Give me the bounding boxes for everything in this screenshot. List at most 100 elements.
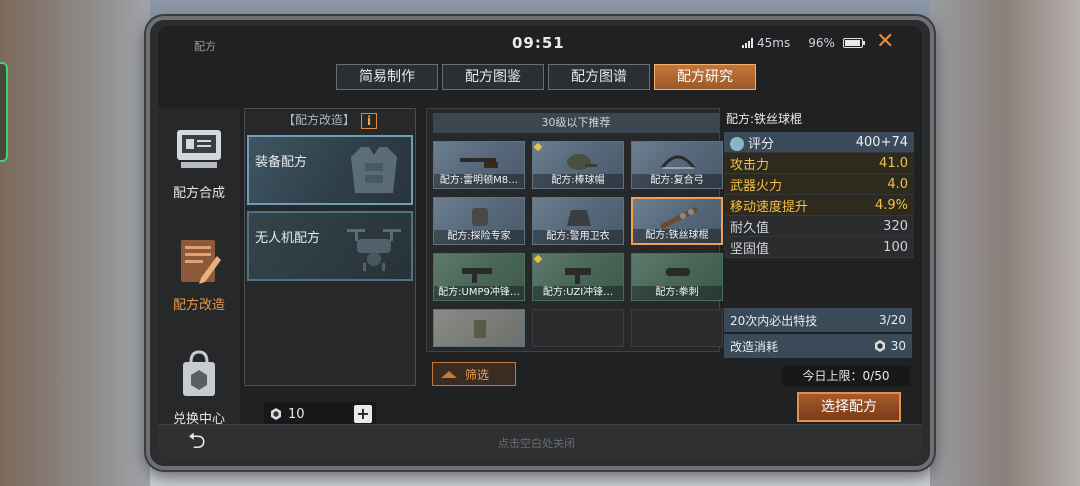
hoodie-icon — [567, 210, 591, 226]
recipe-detail-panel: 配方:铁丝球棍 评分 400+74 攻击力 41.0 武器火力 4.0 移动速度… — [724, 108, 914, 368]
shotgun-icon — [460, 158, 498, 168]
recipe-cell-label: 配方:铁丝球棍 — [633, 229, 721, 243]
stat-value: 100 — [883, 239, 908, 255]
stat-row-speed: 移动速度提升 4.9% — [724, 195, 914, 216]
armor-icon — [474, 320, 486, 338]
stat-label: 攻击力 — [730, 157, 770, 173]
cost-label: 改造消耗 — [730, 339, 779, 354]
smg-icon — [462, 268, 492, 283]
stat-row-sturdiness: 坚固值 100 — [724, 237, 914, 258]
recipe-panel-header: 【配方改造】 i — [245, 111, 415, 133]
stat-value: 41.0 — [879, 155, 908, 171]
chevron-up-icon — [441, 370, 457, 378]
stat-row-attack: 攻击力 41.0 — [724, 153, 914, 174]
background-right — [930, 0, 1080, 486]
armor-vest-icon — [351, 147, 397, 193]
grid-heading: 30级以下推荐 — [433, 113, 719, 133]
recipe-cell-label: 配方:棒球帽 — [533, 174, 623, 188]
recipe-card-label: 无人机配方 — [255, 231, 321, 246]
nav-label-synthesis: 配方合成 — [172, 186, 225, 201]
stat-label: 耐久值 — [730, 220, 770, 236]
cost-row: 改造消耗 30 — [724, 334, 912, 358]
nav-item-modify[interactable]: 配方改造 — [158, 234, 240, 313]
guarantee-label: 20次内必出特技 — [730, 313, 818, 328]
back-icon[interactable]: ⮌ — [188, 431, 206, 453]
detail-title: 配方:铁丝球棍 — [726, 112, 803, 126]
stat-value: 4.0 — [887, 176, 908, 192]
star-icon — [730, 137, 744, 151]
baseball-cap-icon — [567, 154, 597, 170]
recipe-type-panel: 【配方改造】 i 装备配方 无人机配方 — [244, 108, 416, 386]
close-icon[interactable]: ✕ — [876, 31, 894, 53]
stat-label: 武器火力 — [730, 178, 783, 194]
tab-recipe-research[interactable]: 配方研究 — [654, 64, 756, 90]
recipe-cell-partial[interactable] — [433, 309, 525, 347]
stat-label: 移动速度提升 — [730, 199, 809, 215]
stat-value: 4.9% — [874, 197, 908, 213]
crafting-terminal-icon — [171, 122, 227, 176]
recipe-cell[interactable]: 配方:拳刺 — [631, 253, 723, 301]
recipe-panel-title: 【配方改造】 — [282, 113, 355, 127]
stat-value: 320 — [883, 218, 908, 234]
knuckle-duster-icon — [666, 268, 690, 276]
hex-coin-icon — [270, 408, 282, 420]
device-frame: 配方 09:51 45ms 96% ✕ 简易制作 配方图鉴 配方图谱 配方研究 — [146, 16, 934, 470]
recipe-cell-label: 配方:雷明顿M8… — [434, 174, 524, 188]
recipe-cell[interactable]: 配方:警用卫衣 — [532, 197, 624, 245]
uzi-icon — [565, 268, 591, 284]
recipe-cell[interactable]: 配方:探险专家 — [433, 197, 525, 245]
nav-item-synthesis[interactable]: 配方合成 — [158, 122, 240, 201]
signal-icon — [742, 38, 753, 48]
stat-row-firepower: 武器火力 4.0 — [724, 174, 914, 195]
stat-label: 坚固值 — [730, 241, 770, 257]
currency-counter: 10 + — [264, 402, 376, 426]
ping-value: 45ms — [757, 36, 791, 50]
side-pull-tab[interactable] — [0, 62, 8, 162]
background-left — [0, 0, 150, 486]
compound-bow-icon — [660, 155, 696, 169]
tab-recipe-map[interactable]: 配方图谱 — [548, 64, 650, 90]
daily-limit: 今日上限：0/50 — [782, 366, 910, 386]
recipe-card-equipment[interactable]: 装备配方 — [247, 135, 413, 205]
hex-coin-icon — [874, 340, 885, 352]
recipe-cell[interactable]: 配方:UZI冲锋… — [532, 253, 624, 301]
recipe-cell-label: 配方:拳刺 — [632, 286, 722, 300]
rarity-badge-icon — [533, 254, 543, 264]
recipe-card-label: 装备配方 — [255, 155, 308, 170]
stat-row-durability: 耐久值 320 — [724, 216, 914, 237]
recipe-grid-panel: 30级以下推荐 配方:雷明顿M8… 配方:棒球帽 配方:复合弓 配方:探险专家 … — [426, 108, 723, 352]
empty-cell — [631, 309, 723, 347]
drone-icon — [347, 229, 401, 271]
recipe-cell-label: 配方:UMP9冲锋… — [434, 286, 524, 300]
recipe-card-drone[interactable]: 无人机配方 — [247, 211, 413, 281]
recipe-cell[interactable]: 配方:雷明顿M8… — [433, 141, 525, 189]
explorer-outfit-icon — [472, 208, 488, 226]
status-bar: 配方 09:51 45ms 96% ✕ — [158, 26, 922, 60]
nav-item-exchange[interactable]: 兑换中心 — [158, 348, 240, 427]
recipe-cell-label: 配方:探险专家 — [434, 230, 524, 244]
empty-cell — [532, 309, 624, 347]
info-icon[interactable]: i — [361, 112, 377, 129]
score-row: 评分 400+74 — [724, 132, 914, 153]
device-status: 45ms 96% — [742, 36, 865, 50]
select-recipe-button[interactable]: 选择配方 — [797, 392, 901, 422]
tab-simple-craft[interactable]: 简易制作 — [336, 64, 438, 90]
bottom-bar: ⮌ 点击空白处关闭 — [158, 424, 922, 458]
add-currency-button[interactable]: + — [354, 405, 372, 423]
battery-percent: 96% — [808, 36, 835, 50]
recipe-cell[interactable]: 配方:复合弓 — [631, 141, 723, 189]
recipe-cell[interactable]: 配方:棒球帽 — [532, 141, 624, 189]
guarantee-row: 20次内必出特技 3/20 — [724, 308, 912, 332]
screen-title: 配方 — [194, 40, 216, 53]
clock: 09:51 — [512, 34, 565, 52]
tab-recipe-catalog[interactable]: 配方图鉴 — [442, 64, 544, 90]
battery-icon — [842, 38, 865, 48]
recipe-cell-label: 配方:警用卫衣 — [533, 230, 623, 244]
filter-button[interactable]: 筛选 — [432, 362, 516, 386]
recipe-cell-selected[interactable]: 配方:铁丝球棍 — [631, 197, 723, 245]
document-pencil-icon — [171, 234, 227, 288]
nav-label-modify: 配方改造 — [172, 298, 225, 313]
recipe-cell[interactable]: 配方:UMP9冲锋… — [433, 253, 525, 301]
score-label: 评分 — [748, 136, 775, 152]
shopping-bag-icon — [171, 348, 227, 402]
